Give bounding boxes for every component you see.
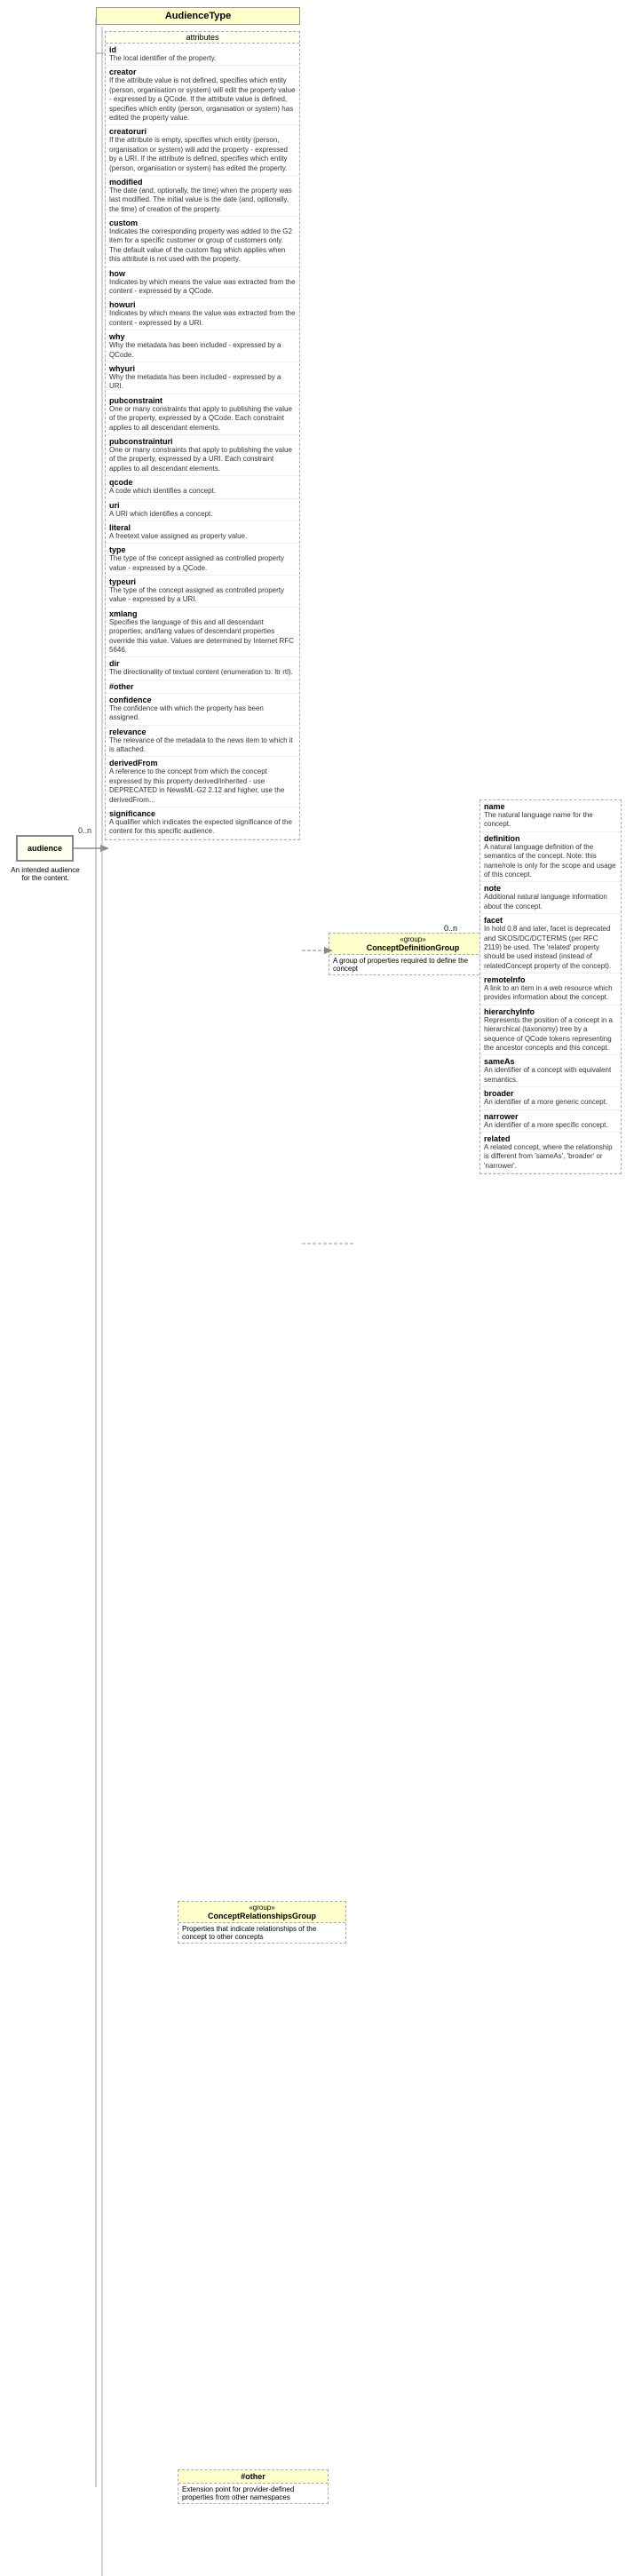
- audience-description: An intended audience for the content.: [9, 866, 82, 882]
- audience-type-title-box: AudienceType: [96, 7, 300, 25]
- field-how: how Indicates by which means the value w…: [106, 267, 299, 299]
- field-creator: creator If the attribute value is not de…: [106, 66, 299, 125]
- field-uri: uri A URI which identifies a concept.: [106, 499, 299, 521]
- other-extension-name: #other: [180, 2472, 326, 2481]
- attributes-box: attributes id The local identifier of th…: [105, 31, 300, 840]
- concept-definition-group-desc: A group of properties required to define…: [329, 955, 496, 974]
- field-whyuri: whyuri Why the metadata has been include…: [106, 362, 299, 394]
- concept-relationships-group-title: ConceptRelationshipsGroup: [180, 1912, 344, 1920]
- field-type: type The type of the concept assigned as…: [106, 544, 299, 576]
- field-custom: custom Indicates the corresponding prope…: [106, 217, 299, 267]
- concept-definition-group-stereotype: «group» ConceptDefinitionGroup: [329, 934, 496, 955]
- audience-box: audience: [16, 835, 74, 862]
- field-modified: modified The date (and, optionally, the …: [106, 176, 299, 217]
- cdf-broader: broader An identifier of a more generic …: [480, 1087, 621, 1109]
- cdf-remoteinfo: remoteInfo A link to an item in a web re…: [480, 974, 621, 1006]
- concept-relationships-group-box: «group» ConceptRelationshipsGroup Proper…: [178, 1901, 346, 1944]
- other-extension-box: #other Extension point for provider-defi…: [178, 2469, 329, 2504]
- field-id: id The local identifier of the property.: [106, 44, 299, 66]
- concept-definition-group-box: «group» ConceptDefinitionGroup A group o…: [329, 933, 497, 975]
- field-dir: dir The directionality of textual conten…: [106, 657, 299, 680]
- cdf-hierarchyinfo: hierarchyInfo Represents the position of…: [480, 1006, 621, 1056]
- other-extension-title: #other: [178, 2470, 328, 2484]
- field-why: why Why the metadata has been included -…: [106, 330, 299, 362]
- field-other: #other: [106, 680, 299, 694]
- other-extension-desc: Extension point for provider-defined pro…: [178, 2484, 328, 2503]
- field-pubconstraint: pubconstraint One or many constraints th…: [106, 394, 299, 435]
- field-significance: significance A qualifier which indicates…: [106, 807, 299, 839]
- field-qcode: qcode A code which identifies a concept.: [106, 476, 299, 498]
- cdf-related: related A related concept, where the rel…: [480, 1133, 621, 1173]
- field-confidence: confidence The confidence with which the…: [106, 694, 299, 726]
- cdf-narrower: narrower An identifier of a more specifi…: [480, 1110, 621, 1133]
- field-xmlang: xmlang Specifies the language of this an…: [106, 608, 299, 658]
- cdf-facet: facet In hold 0.8 and later, facet is de…: [480, 914, 621, 974]
- field-typeuri: typeuri The type of the concept assigned…: [106, 576, 299, 608]
- cdf-sameas: sameAs An identifier of a concept with e…: [480, 1055, 621, 1087]
- multiplicity-main: 0..n: [78, 826, 91, 835]
- field-creatoruri: creatoruri If the attribute is empty, sp…: [106, 125, 299, 176]
- concept-definition-fields-box: name The natural language name for the c…: [479, 799, 622, 1174]
- audience-label: audience: [28, 844, 62, 853]
- concept-definition-multiplicity: 0..n: [444, 924, 457, 933]
- attributes-section-label: attributes: [106, 32, 299, 44]
- field-howuri: howuri Indicates by which means the valu…: [106, 298, 299, 330]
- cdf-name: name The natural language name for the c…: [480, 800, 621, 832]
- concept-relationships-group-desc: Properties that indicate relationships o…: [178, 1923, 345, 1943]
- concept-relationships-group-stereotype: «group» ConceptRelationshipsGroup: [178, 1902, 345, 1923]
- concept-definition-group-title: ConceptDefinitionGroup: [331, 943, 495, 952]
- field-relevance: relevance The relevance of the metadata …: [106, 726, 299, 758]
- cdf-definition: definition A natural language definition…: [480, 832, 621, 883]
- field-pubconstrainturi: pubconstrainturi One or many constraints…: [106, 435, 299, 476]
- field-derivedfrom: derivedFrom A reference to the concept f…: [106, 757, 299, 807]
- field-literal: literal A freetext value assigned as pro…: [106, 521, 299, 544]
- cdf-note: note Additional natural language informa…: [480, 882, 621, 914]
- main-title: AudienceType: [97, 8, 299, 24]
